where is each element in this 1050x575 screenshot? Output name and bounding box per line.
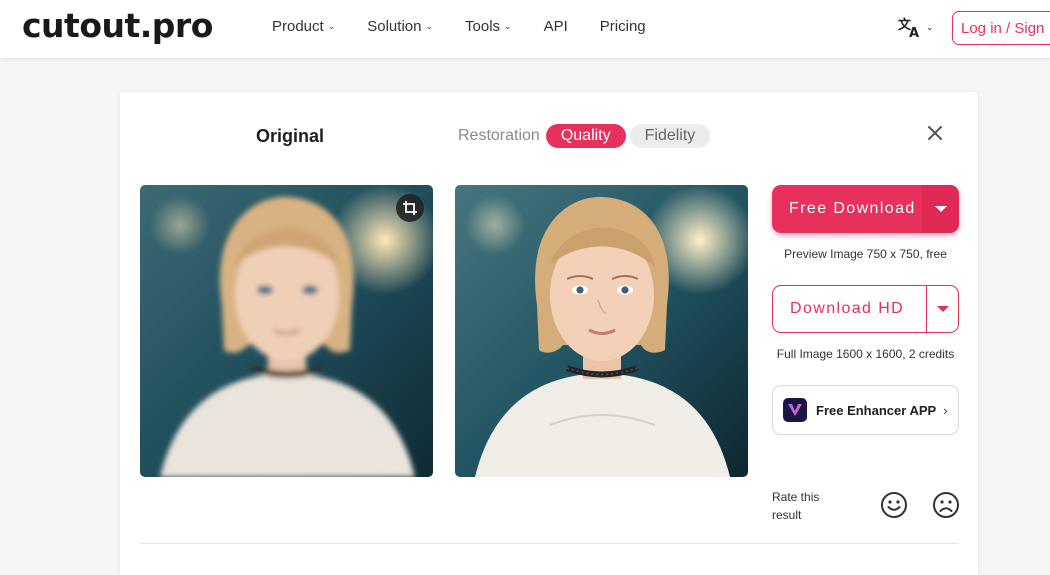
chevron-right-icon: › [943, 402, 948, 418]
download-hd-dropdown[interactable] [926, 286, 958, 332]
top-nav-bar: cutout.pro Product ⌄ Solution ⌄ Tools ⌄ … [0, 0, 1050, 58]
result-card: Original Restoration Quality Fidelity Fr… [120, 92, 978, 575]
tab-quality[interactable]: Quality [545, 124, 626, 148]
original-photo [140, 185, 433, 477]
chevron-down-icon: ⌄ [425, 21, 434, 31]
login-button[interactable]: Log in / Sign [952, 11, 1050, 45]
enhanced-image [455, 185, 748, 477]
nav-pricing-label: Pricing [599, 18, 646, 35]
free-download-button[interactable]: Free Download [772, 185, 959, 233]
original-heading: Original [256, 126, 325, 146]
nav-pricing[interactable]: Pricing [600, 18, 646, 35]
nav-product-label: Product [272, 18, 324, 35]
nav-api[interactable]: API [544, 18, 568, 35]
enhance-mode-tabs: Restoration Quality Fidelity [458, 124, 714, 148]
nav-product[interactable]: Product ⌄ [272, 18, 335, 35]
enhancer-app-label: Free Enhancer APP [816, 402, 937, 418]
tab-fidelity[interactable]: Fidelity [629, 124, 711, 148]
smile-icon[interactable] [880, 491, 908, 519]
nav-tools[interactable]: Tools ⌄ [465, 18, 512, 35]
translate-icon: 文 A [898, 17, 919, 38]
divider [140, 543, 959, 544]
chevron-down-icon: ⌄ [504, 21, 512, 31]
free-download-dropdown[interactable] [922, 185, 959, 233]
free-download-label: Free Download [789, 200, 916, 217]
nav-solution[interactable]: Solution ⌄ [367, 18, 433, 35]
svg-text:A: A [909, 26, 919, 38]
frown-icon[interactable] [932, 491, 960, 519]
logo[interactable]: cutout.pro [22, 6, 213, 45]
enhancer-app-button[interactable]: Free Enhancer APP › [772, 385, 959, 435]
crop-icon [403, 201, 417, 215]
nav-tools-label: Tools [465, 18, 501, 35]
caret-down-icon [934, 206, 947, 212]
crop-button[interactable] [396, 194, 424, 222]
enhanced-photo [455, 185, 748, 477]
enhancer-app-icon [783, 398, 807, 422]
download-hd-label: Download HD [790, 300, 905, 317]
preview-note: Preview Image 750 x 750, free [784, 247, 947, 261]
caret-down-icon [936, 306, 949, 312]
main-nav: Product ⌄ Solution ⌄ Tools ⌄ API Pricing [272, 18, 678, 35]
chevron-down-icon: ⌄ [327, 21, 336, 31]
language-selector[interactable]: 文 A ⌄ [898, 16, 934, 38]
tab-restoration[interactable]: Restoration [458, 124, 540, 148]
close-icon[interactable] [924, 122, 946, 144]
nav-api-label: API [543, 18, 568, 35]
nav-solution-label: Solution [367, 18, 422, 35]
hd-note: Full Image 1600 x 1600, 2 credits [776, 347, 955, 361]
rate-label: Rate this result [772, 490, 820, 522]
original-image [140, 185, 433, 477]
download-hd-button[interactable]: Download HD [772, 285, 959, 333]
chevron-down-icon: ⌄ [926, 21, 934, 32]
